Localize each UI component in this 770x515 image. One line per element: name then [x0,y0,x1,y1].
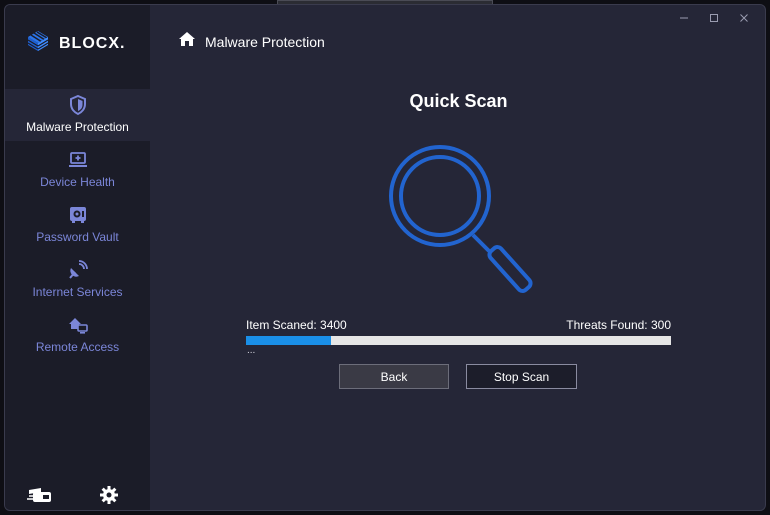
sidebar-item-internet-services[interactable]: Internet Services [5,254,150,306]
stop-scan-button[interactable]: Stop Scan [466,364,577,389]
brand-logo: BLOCX. [27,30,125,57]
scan-status-text: ... [247,345,256,356]
home-icon[interactable] [178,31,196,52]
satellite-icon [68,260,88,280]
shield-icon [68,95,88,115]
laptop-plus-icon [68,150,88,170]
threats-found-label: Threats Found: 300 [566,318,671,332]
sidebar-item-malware-protection[interactable]: Malware Protection [5,89,150,141]
sidebar-item-label: Device Health [40,175,115,189]
sidebar-item-label: Internet Services [32,285,123,299]
sidebar-item-device-health[interactable]: Device Health [5,144,150,196]
app-window: BLOCX. Malware Protection Device Health … [4,4,766,511]
sidebar-item-label: Remote Access [35,340,120,354]
vpn-wallet-icon[interactable] [27,484,53,506]
scan-progress-bar [246,336,671,345]
vault-icon [68,205,88,225]
items-scanned-label: Item Scaned: 3400 [246,318,347,332]
page-header: Malware Protection [178,31,325,52]
gear-icon[interactable] [96,484,122,506]
minimize-icon[interactable] [671,9,697,27]
scan-stats: Item Scaned: 3400 Threats Found: 300 [246,318,671,332]
brand-name: BLOCX. [59,34,126,52]
blocx-logo-icon [27,30,49,57]
magnifier-icon [389,145,535,306]
back-button[interactable]: Back [339,364,449,389]
sidebar-item-label: Malware Protection [26,120,129,134]
close-icon[interactable] [731,9,757,27]
window-controls [671,9,757,27]
maximize-icon[interactable] [701,9,727,27]
scan-title: Quick Scan [409,91,508,111]
sidebar-item-remote-access[interactable]: Remote Access [5,309,150,361]
sidebar-item-label: Password Vault [36,230,119,244]
sidebar: BLOCX. Malware Protection Device Health … [5,5,150,510]
scan-progress-fill [246,336,331,345]
page-title: Malware Protection [205,33,325,50]
remote-access-icon [68,315,88,335]
sidebar-item-password-vault[interactable]: Password Vault [5,199,150,251]
